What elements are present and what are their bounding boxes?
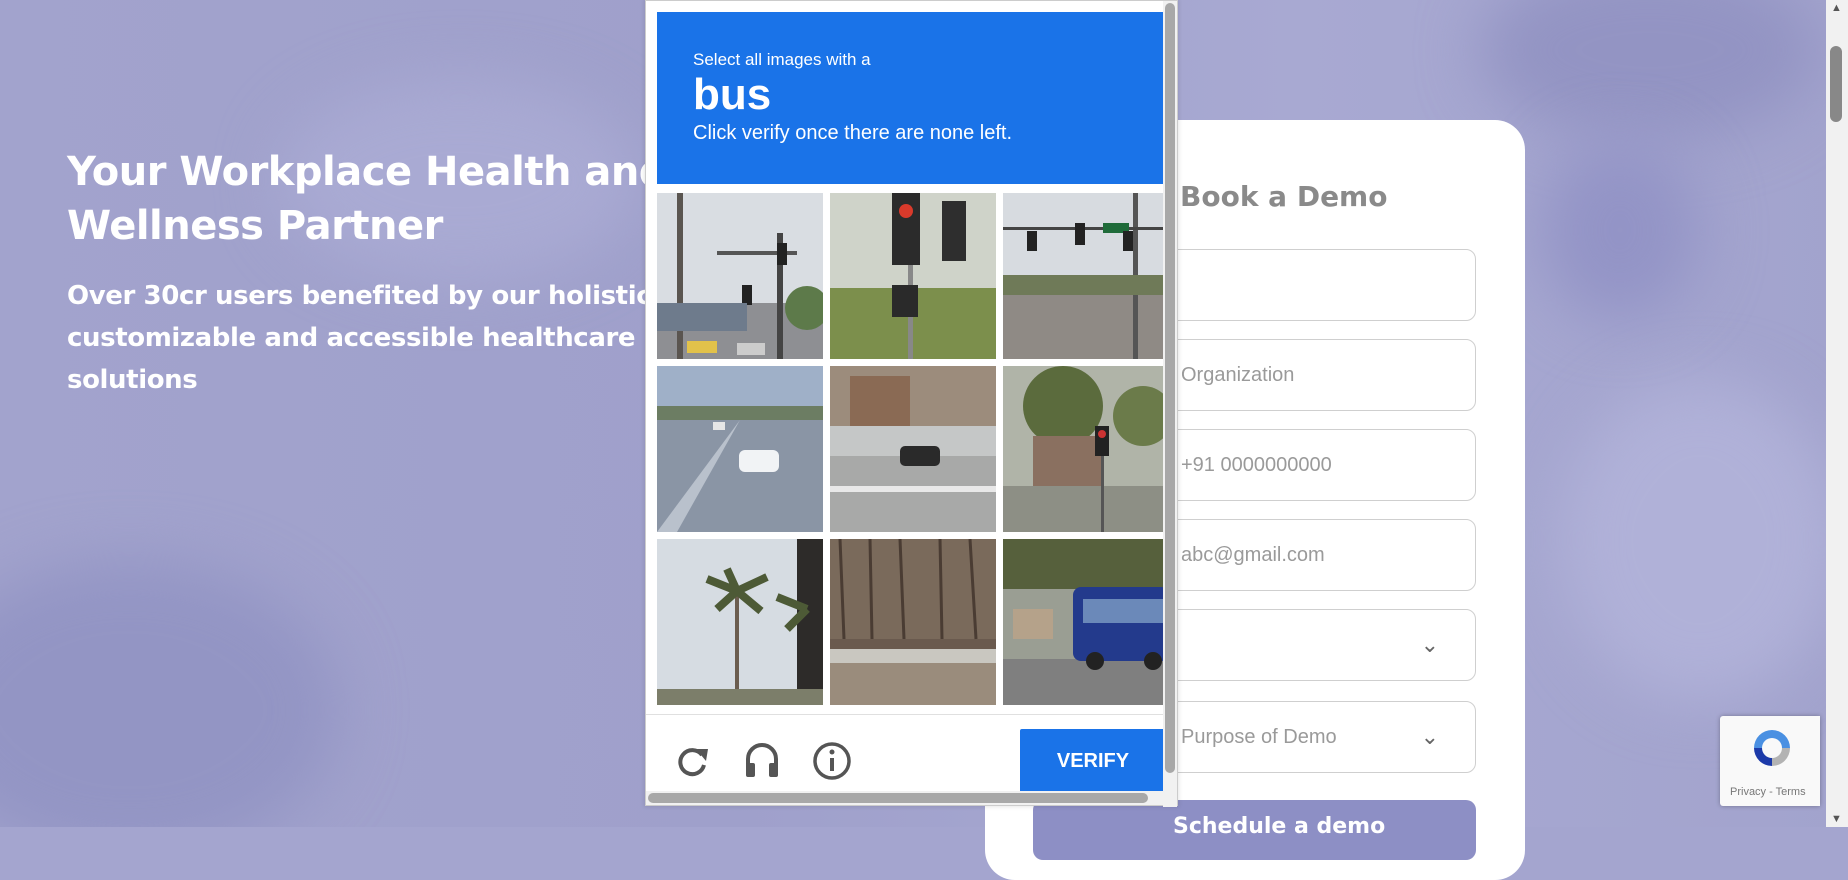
scroll-down-icon[interactable]: ▼ — [1831, 813, 1842, 825]
chevron-down-icon: ⌄ — [1420, 724, 1439, 749]
captcha-tile-4[interactable] — [657, 366, 823, 532]
form-title: Book a Demo — [1180, 180, 1388, 213]
captcha-horizontal-scrollbar[interactable] — [646, 791, 1164, 805]
captcha-tile-7[interactable] — [657, 539, 823, 705]
captcha-tile-9[interactable] — [1003, 539, 1169, 705]
scrollbar-thumb[interactable] — [648, 793, 1148, 803]
scrollbar-thumb[interactable] — [1830, 46, 1842, 122]
captcha-tile-3[interactable] — [1003, 193, 1169, 359]
chevron-down-icon: ⌄ — [1420, 632, 1439, 657]
captcha-tile-1[interactable] — [657, 193, 823, 359]
verify-button[interactable]: VERIFY — [1020, 729, 1166, 793]
audio-challenge-icon[interactable] — [742, 741, 782, 781]
scroll-up-icon[interactable]: ▲ — [1831, 2, 1842, 14]
recaptcha-logo-icon — [1754, 730, 1790, 766]
recaptcha-links[interactable]: Privacy - Terms — [1730, 786, 1806, 798]
page-scrollbar[interactable]: ▲ ▼ — [1826, 0, 1848, 827]
captcha-tile-6[interactable] — [1003, 366, 1169, 532]
captcha-tile-8[interactable] — [830, 539, 996, 705]
recaptcha-badge[interactable]: Privacy - Terms — [1720, 716, 1820, 806]
captcha-tile-2[interactable] — [830, 193, 996, 359]
info-icon[interactable] — [812, 741, 852, 781]
scrollbar-thumb[interactable] — [1165, 3, 1175, 773]
captcha-header: Select all images with a bus Click verif… — [657, 12, 1165, 184]
captcha-tile-5[interactable] — [830, 366, 996, 532]
hero-title: Your Workplace Health and Wellness Partn… — [67, 149, 667, 249]
captcha-vertical-scrollbar[interactable] — [1163, 1, 1177, 807]
captcha-instruction: Select all images with a — [693, 50, 871, 69]
captcha-footer: VERIFY — [646, 714, 1166, 795]
reload-icon[interactable] — [672, 741, 712, 781]
captcha-target: bus — [693, 70, 772, 119]
schedule-demo-button[interactable]: Schedule a demo — [1033, 800, 1476, 860]
hero-subtitle: Over 30cr users benefited by our holisti… — [67, 281, 661, 395]
captcha-hint: Click verify once there are none left. — [693, 122, 1013, 144]
captcha-challenge: Select all images with a bus Click verif… — [645, 0, 1178, 807]
